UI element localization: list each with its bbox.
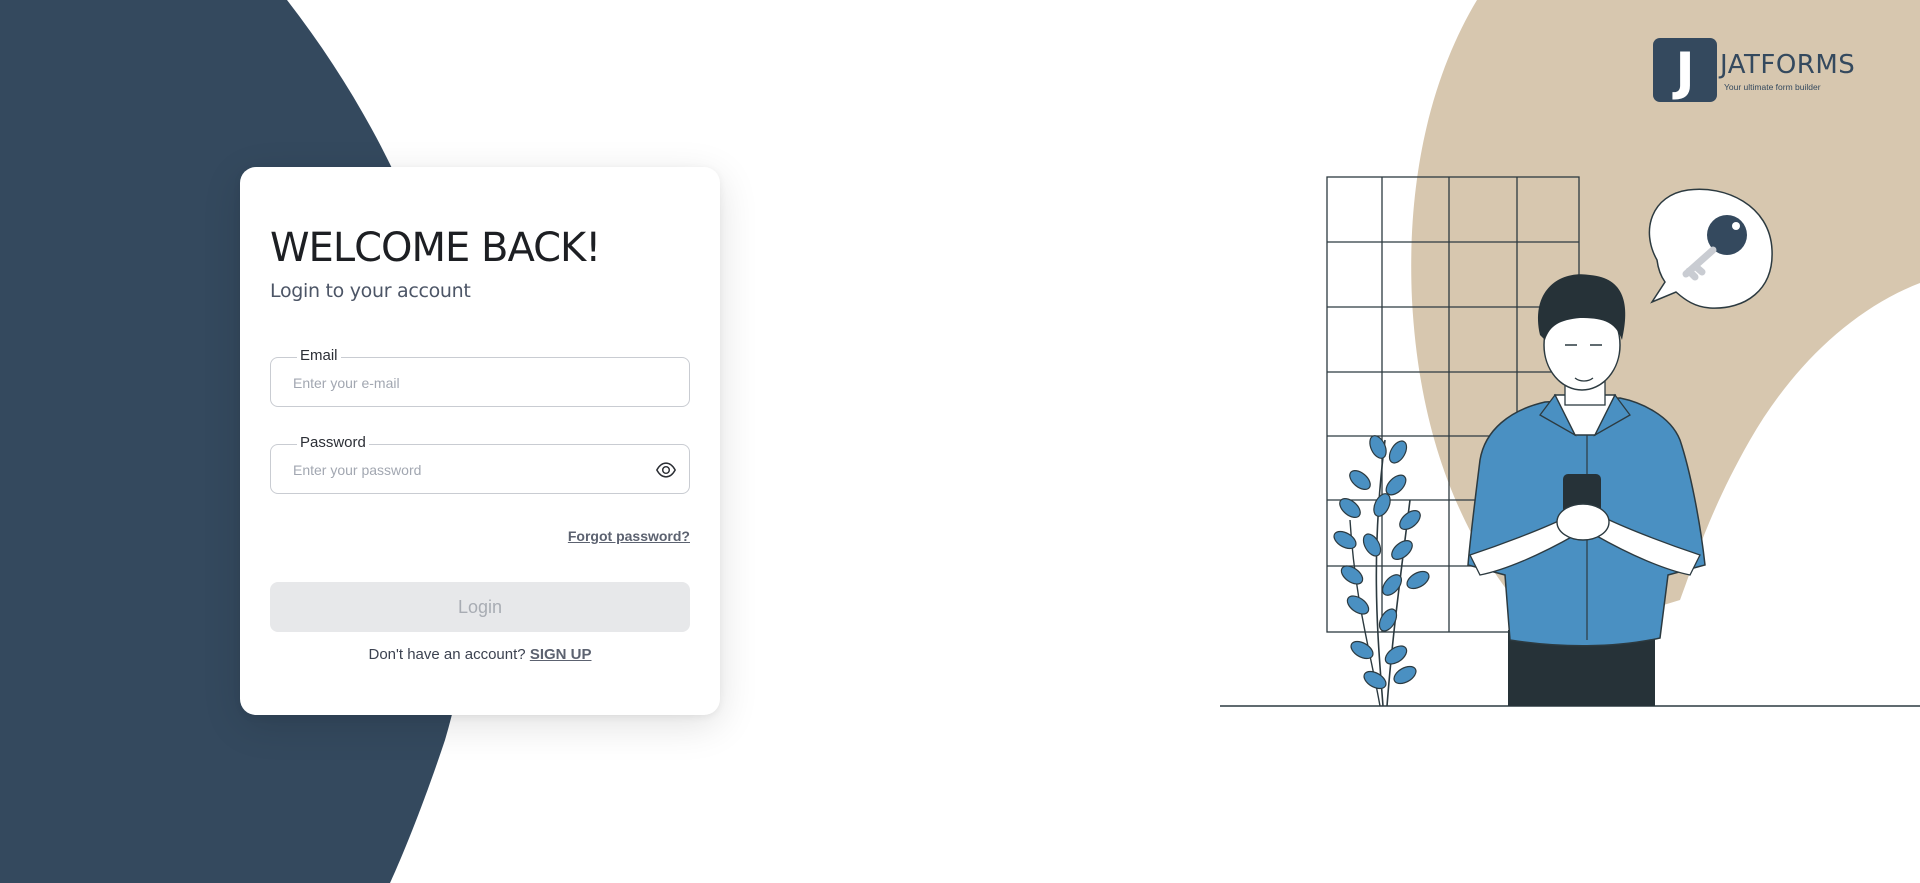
brand-logo[interactable]: J JATFORMS Your ultimate form builder (1653, 38, 1868, 104)
man-figure (1467, 274, 1706, 706)
login-card: WELCOME BACK! Login to your account Emai… (240, 167, 720, 715)
logo-mark: J (1653, 38, 1717, 102)
signup-row: Don't have an account? SIGN UP (270, 646, 690, 663)
password-label: Password (297, 434, 369, 451)
page-subtitle: Login to your account (270, 280, 471, 302)
email-field: Email (270, 347, 690, 407)
page-title: WELCOME BACK! (270, 225, 601, 271)
eye-icon[interactable] (655, 459, 677, 481)
logo-letter: J (1675, 42, 1695, 102)
forgot-password-link[interactable]: Forgot password? (568, 528, 690, 544)
signup-link[interactable]: SIGN UP (530, 646, 592, 663)
brand-name: JATFORMS (1720, 50, 1856, 80)
brand-tagline: Your ultimate form builder (1724, 82, 1821, 92)
login-button[interactable]: Login (270, 582, 690, 632)
signup-prompt: Don't have an account? (368, 646, 526, 663)
email-label: Email (297, 347, 341, 364)
password-input[interactable] (291, 459, 635, 481)
password-field: Password (270, 434, 690, 494)
man-with-phone-illustration (1220, 176, 1920, 707)
speech-bubble-key (1648, 188, 1773, 309)
email-input[interactable] (291, 372, 635, 394)
